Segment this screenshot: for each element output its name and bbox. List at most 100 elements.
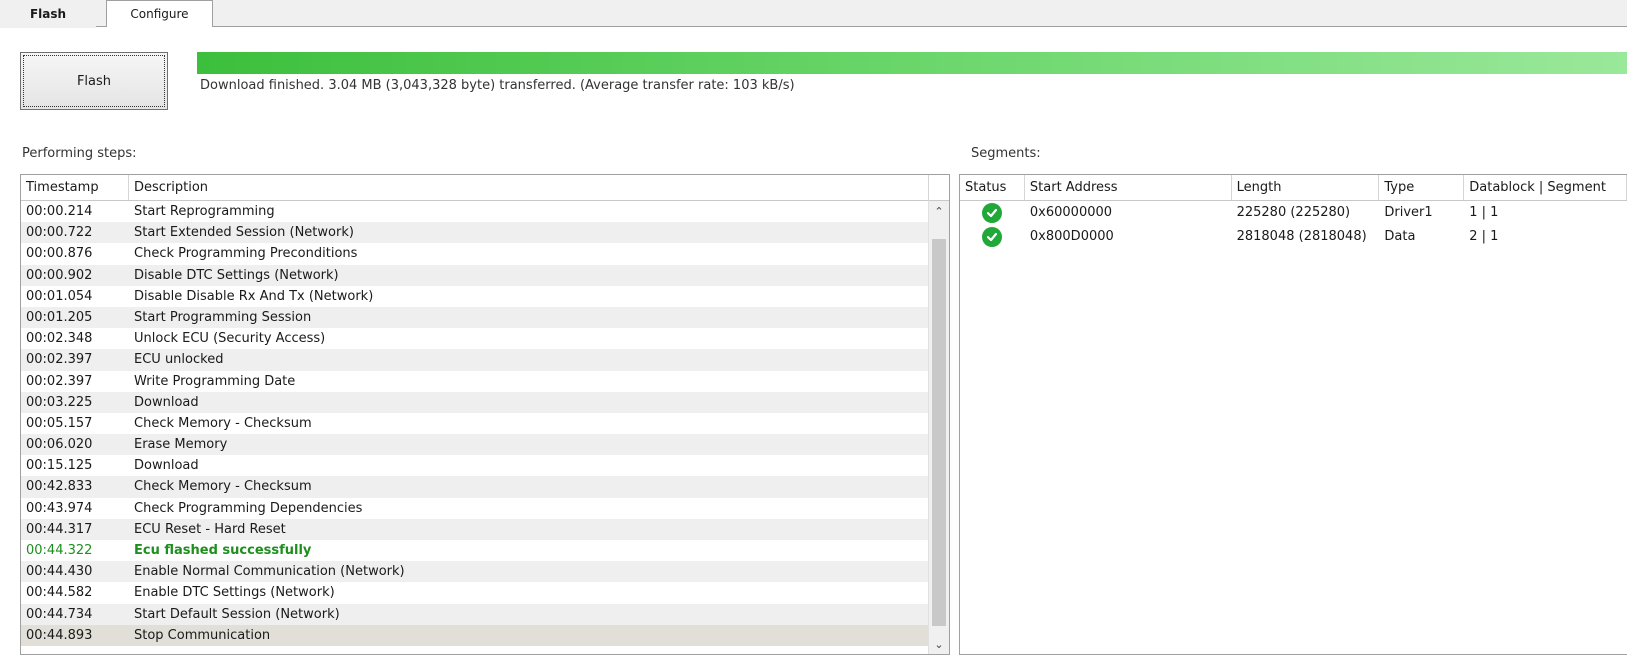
- tab-bar: Flash Configure: [0, 0, 1627, 28]
- length-cell: 225280 (225280): [1236, 205, 1351, 220]
- flash-button[interactable]: Flash: [20, 52, 168, 110]
- timestamp-cell: 00:44.430: [26, 564, 93, 580]
- timestamp-cell: 00:15.125: [26, 458, 93, 474]
- table-row[interactable]: 0x800D0000 2818048 (2818048) Data 2 | 1: [960, 225, 1627, 249]
- segments-label: Segments:: [971, 146, 1041, 161]
- steps-scrollbar[interactable]: ⌃ ⌄: [928, 201, 949, 654]
- segments-table-header: Status Start Address Length Type Datablo…: [960, 175, 1627, 201]
- column-header-description[interactable]: Description: [129, 175, 929, 200]
- type-cell: Data: [1384, 229, 1416, 244]
- table-row[interactable]: 00:00.902 Disable DTC Settings (Network): [21, 264, 929, 286]
- scroll-thumb[interactable]: [932, 239, 946, 626]
- datablock-segment-cell: 1 | 1: [1469, 205, 1499, 220]
- scroll-up-icon[interactable]: ⌃: [929, 201, 949, 221]
- table-row[interactable]: 00:00.214 Start Reprogramming: [21, 201, 929, 223]
- timestamp-cell: 00:02.397: [26, 373, 93, 389]
- timestamp-cell: 00:03.225: [26, 394, 93, 410]
- tab-configure[interactable]: Configure: [106, 0, 213, 27]
- timestamp-cell: 00:00.722: [26, 225, 93, 241]
- description-cell: Start Reprogramming: [134, 204, 275, 219]
- segments-table: Status Start Address Length Type Datablo…: [959, 174, 1627, 655]
- description-cell: Check Programming Dependencies: [134, 500, 363, 516]
- description-cell: ECU Reset - Hard Reset: [134, 521, 286, 537]
- table-row[interactable]: 00:44.893 Stop Communication: [21, 624, 929, 646]
- description-cell: Disable Disable Rx And Tx (Network): [134, 288, 374, 304]
- table-row[interactable]: 00:44.322 Ecu flashed successfully: [21, 540, 929, 562]
- table-row[interactable]: 00:03.225 Download: [21, 391, 929, 413]
- check-circle-icon: [982, 227, 1003, 247]
- timestamp-cell: 00:43.974: [26, 500, 93, 516]
- table-row[interactable]: 00:44.317 ECU Reset - Hard Reset: [21, 518, 929, 540]
- table-row[interactable]: 00:43.974 Check Programming Dependencies: [21, 497, 929, 519]
- datablock-segment-cell: 2 | 1: [1469, 229, 1499, 244]
- length-cell: 2818048 (2818048): [1236, 229, 1367, 244]
- description-cell: Unlock ECU (Security Access): [134, 331, 326, 347]
- table-row[interactable]: 00:02.397 ECU unlocked: [21, 349, 929, 371]
- status-cell: [960, 201, 1025, 225]
- steps-table-header: Timestamp Description: [21, 175, 949, 201]
- timestamp-cell: 00:44.893: [26, 627, 93, 643]
- column-header-status[interactable]: Status: [960, 175, 1025, 200]
- column-header-length[interactable]: Length: [1232, 175, 1380, 200]
- timestamp-cell: 00:01.054: [26, 288, 93, 304]
- column-header-timestamp[interactable]: Timestamp: [21, 175, 129, 200]
- description-cell: Ecu flashed successfully: [134, 543, 312, 558]
- table-row[interactable]: 00:15.125 Download: [21, 455, 929, 477]
- status-cell: [960, 225, 1025, 249]
- description-cell: Download: [134, 394, 199, 410]
- table-row[interactable]: 00:00.876 Check Programming Preconditions: [21, 243, 929, 265]
- table-row[interactable]: 00:05.157 Check Memory - Checksum: [21, 412, 929, 435]
- description-cell: Check Memory - Checksum: [134, 415, 312, 431]
- timestamp-cell: 00:44.734: [26, 606, 93, 622]
- description-cell: Check Programming Preconditions: [134, 246, 358, 262]
- table-row[interactable]: 00:02.348 Unlock ECU (Security Access): [21, 328, 929, 350]
- description-cell: Write Programming Date: [134, 373, 296, 389]
- description-cell: Download: [134, 458, 199, 474]
- timestamp-cell: 00:05.157: [26, 415, 93, 431]
- table-row[interactable]: 00:01.205 Start Programming Session: [21, 306, 929, 329]
- description-cell: Enable DTC Settings (Network): [134, 585, 335, 601]
- description-cell: Erase Memory: [134, 437, 228, 453]
- table-row[interactable]: 00:44.734 Start Default Session (Network): [21, 603, 929, 625]
- timestamp-cell: 00:44.582: [26, 585, 93, 601]
- timestamp-cell: 00:42.833: [26, 479, 93, 495]
- table-row[interactable]: 00:00.722 Start Extended Session (Network…: [21, 222, 929, 244]
- column-header-type[interactable]: Type: [1379, 175, 1465, 200]
- start-address-cell: 0x60000000: [1029, 205, 1113, 220]
- timestamp-cell: 00:00.214: [26, 204, 93, 219]
- description-cell: Stop Communication: [134, 627, 271, 643]
- table-row[interactable]: 00:44.430 Enable Normal Communication (Ne…: [21, 561, 929, 583]
- type-cell: Driver1: [1384, 205, 1433, 220]
- column-header-start-address[interactable]: Start Address: [1025, 175, 1232, 200]
- check-circle-icon: [982, 203, 1003, 223]
- description-cell: Check Memory - Checksum: [134, 479, 312, 495]
- description-cell: ECU unlocked: [134, 352, 224, 368]
- start-address-cell: 0x800D0000: [1029, 229, 1114, 244]
- download-status-text: Download finished. 3.04 MB (3,043,328 by…: [200, 78, 795, 93]
- description-cell: Start Default Session (Network): [134, 606, 340, 622]
- progress-bar-fill: [197, 52, 1627, 74]
- performing-steps-label: Performing steps:: [22, 146, 137, 161]
- timestamp-cell: 00:01.205: [26, 309, 93, 325]
- tab-flash[interactable]: Flash: [0, 0, 96, 28]
- table-row[interactable]: 00:06.020 Erase Memory: [21, 434, 929, 456]
- timestamp-cell: 00:02.397: [26, 352, 93, 368]
- column-header-datablock-segment[interactable]: Datablock | Segment: [1464, 175, 1627, 200]
- progress-bar: [197, 52, 1627, 74]
- description-cell: Start Programming Session: [134, 309, 312, 325]
- flash-button-label: Flash: [76, 73, 112, 89]
- table-row[interactable]: 00:42.833 Check Memory - Checksum: [21, 476, 929, 498]
- timestamp-cell: 00:06.020: [26, 437, 93, 453]
- table-row[interactable]: 0x60000000 225280 (225280) Driver1 1 | 1: [960, 201, 1627, 225]
- table-row[interactable]: 00:44.582 Enable DTC Settings (Network): [21, 582, 929, 604]
- table-row[interactable]: 00:01.054 Disable Disable Rx And Tx (Netw…: [21, 285, 929, 307]
- segments-table-body: 0x60000000 225280 (225280) Driver1 1 | 1 0x8…: [960, 201, 1627, 249]
- table-row[interactable]: 00:02.397 Write Programming Date: [21, 370, 929, 392]
- timestamp-cell: 00:02.348: [26, 331, 93, 347]
- description-cell: Enable Normal Communication (Network): [134, 564, 405, 580]
- steps-table-body: 00:00.214 Start Reprogramming 00:00.722 Sta…: [21, 201, 929, 646]
- scroll-down-icon[interactable]: ⌄: [929, 634, 949, 654]
- timestamp-cell: 00:00.876: [26, 246, 93, 262]
- timestamp-cell: 00:44.317: [26, 521, 93, 537]
- header-corner: [928, 175, 949, 201]
